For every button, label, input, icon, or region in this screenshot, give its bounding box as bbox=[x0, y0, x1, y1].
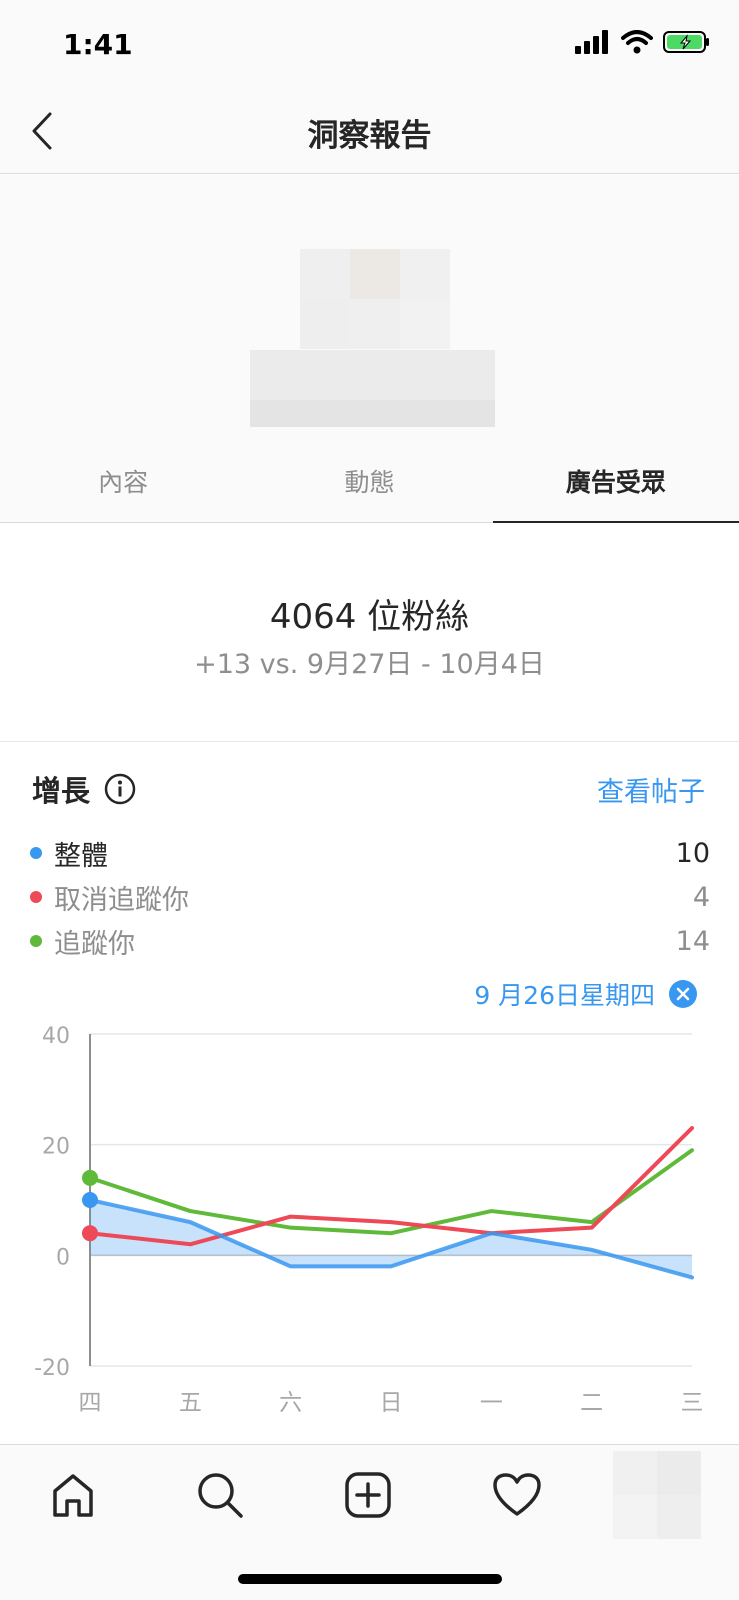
x-tick-label: 一 bbox=[480, 1390, 503, 1416]
x-tick-label: 六 bbox=[279, 1390, 302, 1416]
followers-comparison: +13 vs. 9月27日 - 10月4日 bbox=[194, 649, 545, 680]
blurred-avatar-part bbox=[400, 249, 450, 299]
bottom-tab-bar bbox=[0, 1444, 739, 1600]
search-icon bbox=[198, 1473, 243, 1518]
clear-date-button[interactable] bbox=[669, 980, 697, 1008]
status-bar: 1:41 bbox=[0, 0, 739, 88]
battery-icon bbox=[663, 31, 709, 53]
growth-title: 增長 bbox=[32, 774, 91, 808]
tab-audience[interactable]: 廣告受眾 bbox=[492, 445, 739, 523]
y-tick-label: -20 bbox=[34, 1356, 70, 1381]
signal-icon bbox=[575, 30, 608, 54]
insights-tabs: 內容 動態 廣告受眾 bbox=[0, 445, 739, 523]
home-tab[interactable] bbox=[45, 1467, 101, 1523]
legend-unfollowed: 取消追蹤你 4 bbox=[30, 877, 710, 917]
followers-count: 4064 位粉絲 bbox=[269, 597, 470, 637]
blurred-avatar bbox=[300, 249, 350, 299]
x-tick-label: 五 bbox=[179, 1390, 202, 1416]
legend-dot-followed bbox=[30, 935, 42, 947]
selected-point-unfollowed bbox=[82, 1225, 98, 1242]
navigation-bar: 洞察報告 bbox=[0, 88, 739, 174]
profile-preview bbox=[0, 175, 739, 445]
x-tick-label: 日 bbox=[380, 1390, 403, 1416]
growth-header: 增長 bbox=[32, 768, 136, 810]
tab-activity[interactable]: 動態 bbox=[246, 445, 492, 522]
home-icon bbox=[53, 1474, 93, 1517]
blurred-avatar-part bbox=[400, 299, 450, 349]
legend-label: 追蹤你 bbox=[54, 928, 135, 960]
legend-dot-overall bbox=[30, 847, 42, 859]
y-tick-label: 20 bbox=[42, 1135, 70, 1160]
legend-overall: 整體 10 bbox=[30, 833, 710, 873]
legend-value: 14 bbox=[675, 925, 710, 957]
home-indicator bbox=[238, 1574, 502, 1584]
blurred-avatar-part bbox=[613, 1451, 657, 1495]
info-icon[interactable] bbox=[104, 773, 136, 805]
legend-label: 取消追蹤你 bbox=[54, 884, 189, 916]
profile-tab[interactable] bbox=[613, 1451, 701, 1539]
y-tick-label: 0 bbox=[56, 1245, 70, 1270]
blurred-name-part bbox=[250, 400, 495, 427]
blurred-avatar-part bbox=[300, 299, 350, 349]
legend-dot-unfollowed bbox=[30, 891, 42, 903]
blurred-avatar-part bbox=[350, 249, 400, 299]
legend-followed: 追蹤你 14 bbox=[30, 921, 710, 961]
heart-icon bbox=[493, 1473, 541, 1516]
x-tick-label: 二 bbox=[580, 1390, 603, 1416]
wifi-icon bbox=[621, 30, 653, 54]
selected-date: 9 月26日星期四 bbox=[474, 981, 655, 1010]
x-tick-label: 三 bbox=[681, 1390, 704, 1416]
x-tick-label: 四 bbox=[79, 1390, 102, 1416]
close-icon bbox=[676, 987, 690, 1001]
page-title: 洞察報告 bbox=[307, 118, 432, 154]
blurred-avatar-part bbox=[657, 1495, 701, 1539]
legend-value: 4 bbox=[692, 881, 710, 913]
legend-label: 整體 bbox=[54, 840, 108, 872]
selected-date-chip: 9 月26日星期四 bbox=[474, 976, 697, 1012]
tab-content[interactable]: 內容 bbox=[0, 445, 246, 522]
new-post-tab[interactable] bbox=[340, 1467, 396, 1523]
activity-tab[interactable] bbox=[489, 1467, 545, 1523]
selected-point-overall bbox=[82, 1192, 98, 1208]
blurred-avatar-part bbox=[613, 1495, 657, 1539]
blurred-avatar-part bbox=[657, 1451, 701, 1495]
blurred-avatar-part bbox=[350, 299, 400, 349]
status-icons bbox=[575, 30, 711, 54]
growth-chart[interactable]: 40 20 0 -20 四 五 六 日 一 二 三 bbox=[0, 1010, 739, 1420]
status-time: 1:41 bbox=[63, 28, 133, 61]
selected-point-followed bbox=[82, 1169, 98, 1186]
legend-value: 10 bbox=[675, 837, 710, 869]
blurred-profile-avatar bbox=[613, 1451, 701, 1539]
follower-summary: 4064 位粉絲 +13 vs. 9月27日 - 10月4日 bbox=[0, 524, 739, 742]
blurred-name bbox=[250, 350, 495, 400]
see-posts-link[interactable]: 查看帖子 bbox=[597, 770, 705, 809]
y-tick-label: 40 bbox=[42, 1024, 70, 1049]
add-post-icon bbox=[345, 1472, 391, 1518]
search-tab[interactable] bbox=[192, 1467, 248, 1523]
